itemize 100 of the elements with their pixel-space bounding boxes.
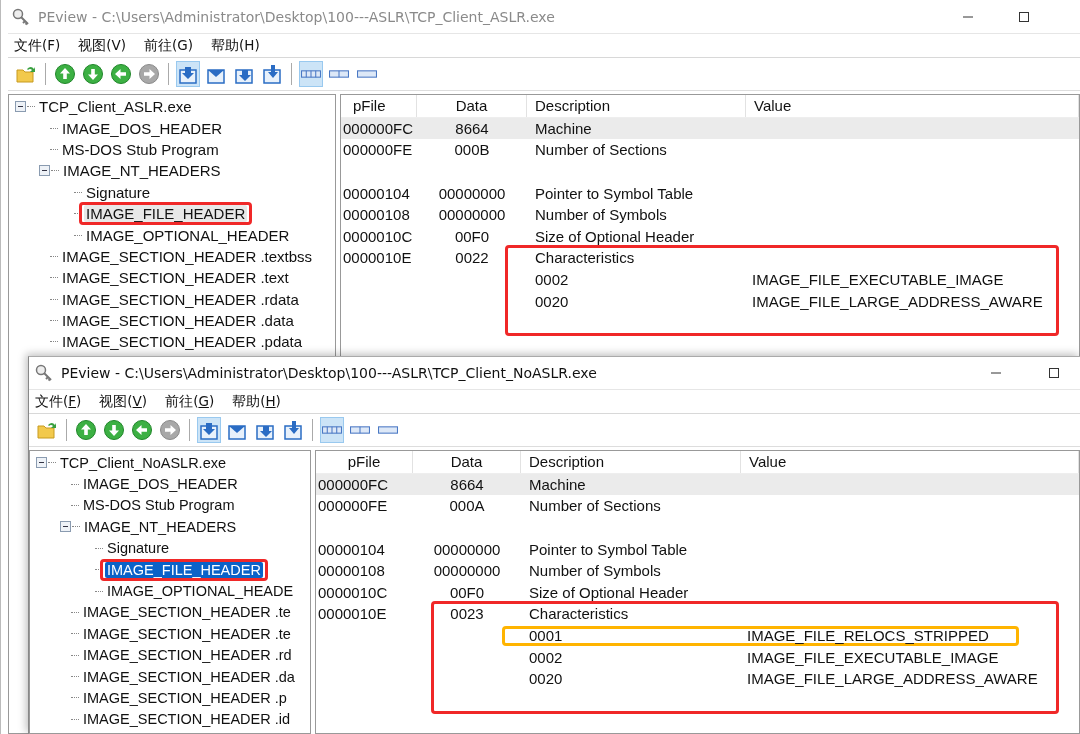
table-row[interactable]: 000000FE 000A Number of Sections	[316, 495, 1079, 517]
column-header[interactable]: Data	[413, 451, 521, 473]
table-cell-text: 8664	[449, 475, 485, 493]
menu-item[interactable]: 前往(G)	[163, 392, 217, 411]
arrow-right-icon	[139, 64, 159, 84]
arrow-down-icon	[104, 420, 124, 440]
tree-item[interactable]: IMAGE_SECTION_HEADER .rd	[81, 647, 294, 664]
table-cell-text: Number of Symbols	[534, 206, 668, 224]
table-row[interactable]: 0020 IMAGE_FILE_LARGE_ADDRESS_AWARE	[316, 667, 1079, 690]
document-arrow-icon	[284, 420, 302, 440]
table-cell-text: Number of Sections	[534, 141, 668, 159]
table-cell-text: Size of Optional Header	[534, 227, 696, 245]
table-cell-text: 000000FE	[342, 141, 414, 159]
tree-item[interactable]: IMAGE_SECTION_HEADER .da	[81, 668, 297, 685]
tree-item[interactable]: IMAGE_SECTION_HEADER .id	[81, 711, 293, 728]
table-cell-text: 00000000	[432, 562, 502, 580]
tree-item[interactable]: IMAGE_OPTIONAL_HEADE	[105, 583, 296, 600]
table-cell-text: 00F0	[448, 583, 486, 601]
table-cell-text: 0002	[534, 271, 570, 289]
table-cell-text: 000A	[448, 497, 486, 515]
table-cell-text: 0020	[534, 292, 570, 310]
table-cell-text: IMAGE_FILE_LARGE_ADDRESS_AWARE	[746, 670, 1039, 688]
tree-item[interactable]: Signature	[105, 540, 172, 557]
collapse-icon[interactable]	[60, 521, 71, 533]
tree-item[interactable]: IMAGE_NT_HEADERS	[82, 518, 239, 535]
table-cell-text: IMAGE_FILE_RELOCS_STRIPPED	[746, 627, 990, 645]
table-row[interactable]: 00000104 00000000 Pointer to Symbol Table	[316, 538, 1079, 560]
table-cell-text: 0022	[454, 249, 490, 267]
magnifier-icon	[35, 364, 53, 382]
view-layout-button[interactable]	[320, 417, 344, 443]
maximize-icon[interactable]	[1048, 367, 1060, 379]
tree-item[interactable]: MS-DOS Stub Program	[81, 497, 237, 514]
column-header[interactable]: Value	[746, 95, 1079, 117]
table-cell-text: 0000010E	[342, 249, 413, 267]
table-cell-text: 0000010E	[317, 605, 388, 623]
column-header[interactable]: pFile	[341, 95, 417, 117]
arrow-right-icon	[160, 420, 180, 440]
table-cell-text: 0020	[528, 670, 564, 688]
collapse-icon[interactable]	[36, 457, 47, 469]
menu-item[interactable]: 视图(V)	[97, 392, 150, 411]
column-header[interactable]: Description	[527, 95, 746, 117]
table-cell-text: Pointer to Symbol Table	[534, 184, 695, 202]
table-cell-text: 00000104	[317, 540, 386, 558]
column-header[interactable]: Data	[417, 95, 527, 117]
table-cell-text: 0000010C	[317, 583, 389, 601]
document-arrow-icon	[200, 420, 218, 440]
column-header[interactable]: Description	[521, 451, 741, 473]
arrow-left-icon	[111, 64, 131, 84]
panes-icon	[350, 426, 370, 434]
table-cell-text: 0001	[528, 627, 564, 645]
arrow-up-icon	[55, 64, 75, 84]
folder-icon	[15, 64, 37, 84]
panes-icon	[378, 426, 398, 434]
tree-item[interactable]: IMAGE_DOS_HEADER	[81, 476, 240, 493]
table-cell-text: 00000000	[432, 540, 502, 558]
document-arrow-icon	[179, 64, 197, 84]
table-cell-text: 00000000	[437, 184, 507, 202]
table-row[interactable]: 000000FC 8664 Machine	[316, 473, 1079, 496]
menu-item[interactable]: 帮助(H)	[230, 392, 283, 411]
menu-item[interactable]: 文件(F)	[33, 392, 84, 411]
window-title: PEview - C:\Users\Administrator\Desktop\100---ASLR\TCP_Client_NoASLR.exe	[61, 365, 597, 381]
table-cell-text: 00000104	[342, 184, 411, 202]
table-cell-text: 00000108	[317, 562, 386, 580]
tree-item[interactable]: TCP_Client_NoASLR.exe	[58, 454, 229, 471]
table-row[interactable]: 0001 IMAGE_FILE_RELOCS_STRIPPED	[316, 624, 1079, 647]
table-row[interactable]: 0000010C 00F0 Size of Optional Header	[316, 581, 1079, 604]
window-title: PEview - C:\Users\Administrator\Desktop\100---ASLR\TCP_Client_ASLR.exe	[38, 8, 555, 25]
panes-icon	[322, 426, 342, 434]
magnifier-icon	[12, 7, 30, 26]
column-header[interactable]: pFile	[316, 451, 413, 473]
table-cell-text: Pointer to Symbol Table	[528, 540, 689, 558]
tree-item[interactable]: IMAGE_SECTION_HEADER .te	[81, 625, 293, 642]
tree-item[interactable]: IMAGE_SECTION_HEADER .p	[81, 690, 289, 706]
navigate-button[interactable]	[130, 417, 154, 443]
table-cell-text: Machine	[534, 119, 593, 137]
table-cell-text: 0002	[528, 648, 564, 666]
table-row[interactable]: 0002 IMAGE_FILE_EXECUTABLE_IMAGE	[316, 646, 1079, 668]
navigate-button[interactable]	[74, 417, 98, 443]
table-cell-text: 0000010C	[342, 227, 414, 245]
arrow-down-icon	[83, 64, 103, 84]
table-cell-text: 00F0	[453, 227, 491, 245]
table-row[interactable]: 00000108 00000000 Number of Symbols	[316, 559, 1079, 582]
tree-item[interactable]: IMAGE_SECTION_HEADER .te	[81, 604, 293, 621]
arrow-up-icon	[76, 420, 96, 440]
folder-icon	[36, 420, 58, 440]
table-cell-text: 000000FC	[342, 119, 415, 137]
table-row[interactable]: 0000010E 0023 Characteristics	[316, 603, 1079, 625]
table-cell-text: 00000108	[342, 206, 411, 224]
toolbar-button[interactable]	[197, 417, 221, 443]
column-header[interactable]: Value	[741, 451, 1079, 473]
table-cell-text: Characteristics	[534, 249, 636, 267]
table-cell-text: 0023	[449, 605, 485, 623]
navigate-button[interactable]	[102, 417, 126, 443]
panes-icon	[329, 70, 349, 78]
table-cell-text: IMAGE_FILE_LARGE_ADDRESS_AWARE	[751, 292, 1044, 310]
table-cell-text: 00000000	[437, 206, 507, 224]
table-cell-text: Number of Symbols	[528, 562, 662, 580]
table-cell-text: Number of Sections	[528, 497, 662, 515]
table-cell-text: Characteristics	[528, 605, 630, 623]
table-cell-text: IMAGE_FILE_EXECUTABLE_IMAGE	[746, 648, 1000, 666]
